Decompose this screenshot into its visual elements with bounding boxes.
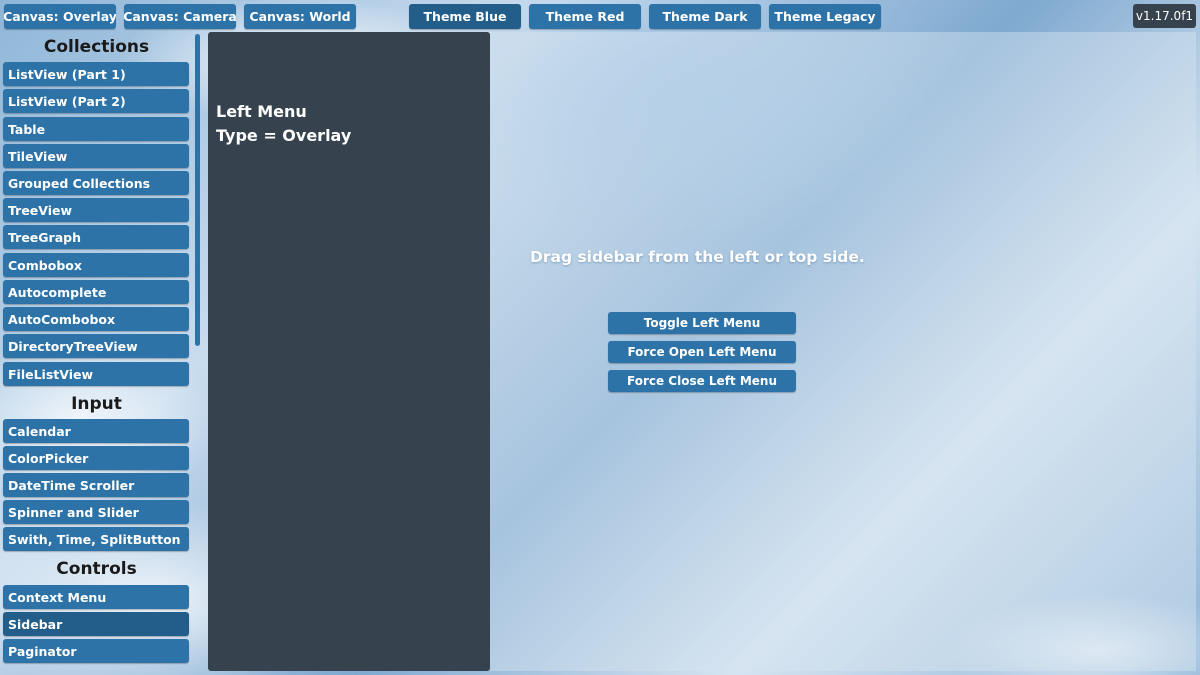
left-menu-type-label: Type = Overlay [216, 126, 352, 145]
toggle-left-menu-button[interactable]: Toggle Left Menu [608, 312, 796, 334]
sidebar-item-tileview[interactable]: TileView [3, 144, 189, 168]
sidebar-item-listview-part2[interactable]: ListView (Part 2) [3, 89, 189, 113]
sidebar-item-grouped-collections[interactable]: Grouped Collections [3, 171, 189, 195]
sidebar-item-datetime-scroller[interactable]: DateTime Scroller [3, 473, 189, 497]
canvas-camera-button[interactable]: Canvas: Camera [124, 4, 236, 29]
version-badge: v1.17.0f1 [1133, 4, 1196, 28]
section-title-collections: Collections [43, 37, 150, 57]
theme-legacy-button[interactable]: Theme Legacy [769, 4, 881, 29]
sidebar-item-switch-time-splitbutton[interactable]: Swith, Time, SplitButton [3, 527, 189, 551]
sidebar-item-filelistview[interactable]: FileListView [3, 362, 189, 386]
drag-hint-text: Drag sidebar from the left or top side. [530, 248, 865, 266]
section-title-input: Input [71, 394, 122, 414]
theme-dark-button[interactable]: Theme Dark [649, 4, 761, 29]
left-menu-panel: Left Menu Type = Overlay [208, 32, 490, 671]
sidebar-item-paginator[interactable]: Paginator [3, 639, 189, 663]
canvas-overlay-button[interactable]: Canvas: Overlay [4, 4, 116, 29]
sidebar-item-directorytreeview[interactable]: DirectoryTreeView [3, 334, 189, 358]
sidebar-item-listview-part1[interactable]: ListView (Part 1) [3, 62, 189, 86]
sidebar-item-treeview[interactable]: TreeView [3, 198, 189, 222]
sidebar-item-colorpicker[interactable]: ColorPicker [3, 446, 189, 470]
force-open-left-menu-button[interactable]: Force Open Left Menu [608, 341, 796, 363]
sidebar-item-autocombobox[interactable]: AutoCombobox [3, 307, 189, 331]
sidebar-item-treegraph[interactable]: TreeGraph [3, 225, 189, 249]
sidebar-item-sidebar[interactable]: Sidebar [3, 612, 189, 636]
sidebar-item-context-menu[interactable]: Context Menu [3, 585, 189, 609]
sidebar-item-autocomplete[interactable]: Autocomplete [3, 280, 189, 304]
sidebar-item-calendar[interactable]: Calendar [3, 419, 189, 443]
sidebar-item-combobox[interactable]: Combobox [3, 253, 189, 277]
left-menu-title: Left Menu Type = Overlay [216, 100, 351, 148]
content-panel [490, 32, 1196, 671]
left-menu-title-line1: Left Menu [216, 102, 307, 121]
sidebar-scrollbar[interactable] [195, 34, 200, 346]
theme-red-button[interactable]: Theme Red [529, 4, 641, 29]
force-close-left-menu-button[interactable]: Force Close Left Menu [608, 370, 796, 392]
canvas-world-button[interactable]: Canvas: World [244, 4, 356, 29]
section-title-controls: Controls [56, 559, 137, 579]
theme-blue-button[interactable]: Theme Blue [409, 4, 521, 29]
sidebar-item-table[interactable]: Table [3, 117, 189, 141]
sidebar-item-spinner-and-slider[interactable]: Spinner and Slider [3, 500, 189, 524]
